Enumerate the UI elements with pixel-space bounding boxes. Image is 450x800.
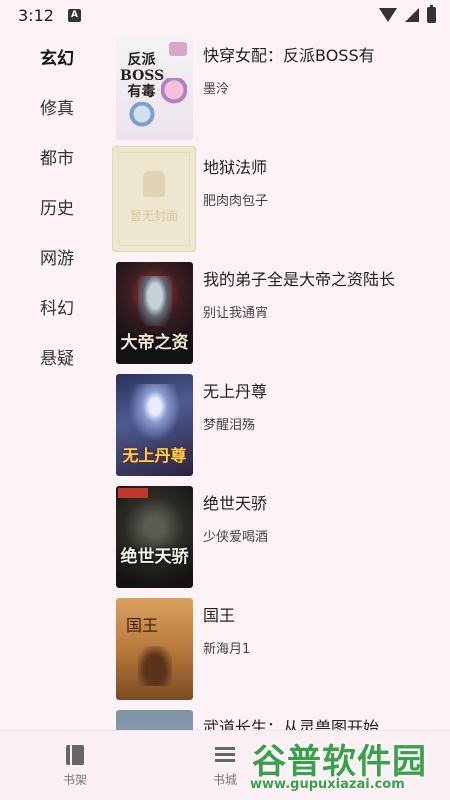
sidebar-item-xuanhuan[interactable]: 玄幻 [40, 44, 74, 69]
book-cover: 反派BOSS有毒 [116, 38, 193, 140]
book-author: 别让我通宵 [203, 306, 269, 321]
book-author: 新海月1 [203, 642, 251, 657]
status-icons [379, 5, 436, 23]
cover-title-text: 大帝之资 [120, 333, 189, 353]
book-icon [66, 745, 84, 765]
book-author: 梦醒泪殇 [203, 418, 256, 433]
sidebar-item-wangyou[interactable]: 网游 [40, 244, 74, 269]
cover-title-text: 绝世天骄 [120, 547, 189, 567]
book-cover: 国王 [116, 598, 193, 700]
no-cover-text: 暂无封面 [129, 209, 178, 223]
status-time: 3:12 [18, 5, 54, 25]
book-item[interactable]: 暂无封面 地狱法师 肥肉肉包子 [110, 144, 450, 256]
book-item[interactable]: 绝世天骄 绝世天骄 少侠爱喝酒 [110, 480, 450, 592]
battery-icon [427, 5, 436, 23]
book-title: 无上丹尊 [203, 382, 268, 401]
tab-bookshelf[interactable]: 书架 [45, 745, 105, 788]
book-title: 武道长生：从灵兽图开始 [203, 718, 380, 730]
book-title: 我的弟子全是大帝之资陆长 [203, 270, 396, 289]
wifi-icon [379, 8, 397, 22]
cover-title-text: 反派BOSS有毒 [120, 52, 165, 100]
list-icon [215, 747, 235, 763]
cover-title-text: 无上丹尊 [122, 446, 187, 465]
book-title: 绝世天骄 [203, 494, 268, 513]
sidebar-item-xiuzhen[interactable]: 修真 [40, 94, 74, 119]
watermark-url: www.gupuxiazai.com [250, 777, 405, 792]
sidebar-item-kehuan[interactable]: 科幻 [40, 294, 74, 319]
category-sidebar: 玄幻 修真 都市 历史 网游 科幻 悬疑 [0, 30, 110, 730]
signal-icon [405, 8, 419, 22]
tab-bookshelf-label: 书架 [62, 773, 87, 787]
book-item[interactable]: 武道长生：从灵兽图开始 [110, 704, 450, 730]
book-title: 地狱法师 [203, 158, 268, 177]
notification-a-icon: A [67, 8, 81, 22]
status-bar: 3:12 A [0, 0, 450, 30]
book-author: 墨泠 [203, 82, 230, 97]
sidebar-item-lishi[interactable]: 历史 [40, 194, 74, 219]
watermark: 谷普软件园 www.gupuxiazai.com [244, 730, 450, 800]
book-cover: 大帝之资 [116, 262, 193, 364]
book-cover: 暂无封面 [112, 146, 196, 252]
book-cover [116, 710, 193, 730]
watermark-title: 谷普软件园 [252, 742, 427, 782]
book-item[interactable]: 国王 国王 新海月1 [110, 592, 450, 704]
book-item[interactable]: 反派BOSS有毒 快穿女配：反派BOSS有 墨泠 [110, 32, 450, 144]
book-item[interactable]: 大帝之资 我的弟子全是大帝之资陆长 别让我通宵 [110, 256, 450, 368]
sidebar-item-xuanyi[interactable]: 悬疑 [40, 344, 74, 369]
sidebar-item-dushi[interactable]: 都市 [40, 144, 74, 169]
book-author: 肥肉肉包子 [203, 194, 269, 209]
tab-bookstore-label: 书城 [212, 773, 237, 787]
book-cover: 绝世天骄 [116, 486, 193, 588]
book-cover: 无上丹尊 [116, 374, 193, 476]
book-list: 反派BOSS有毒 快穿女配：反派BOSS有 墨泠 暂无封面 地狱法师 肥肉肉包子… [110, 30, 450, 730]
book-item[interactable]: 无上丹尊 无上丹尊 梦醒泪殇 [110, 368, 450, 480]
book-title: 快穿女配：反派BOSS有 [203, 46, 375, 65]
book-author: 少侠爱喝酒 [203, 530, 269, 545]
cover-title-text: 国王 [126, 616, 159, 635]
book-title: 国王 [203, 606, 236, 625]
